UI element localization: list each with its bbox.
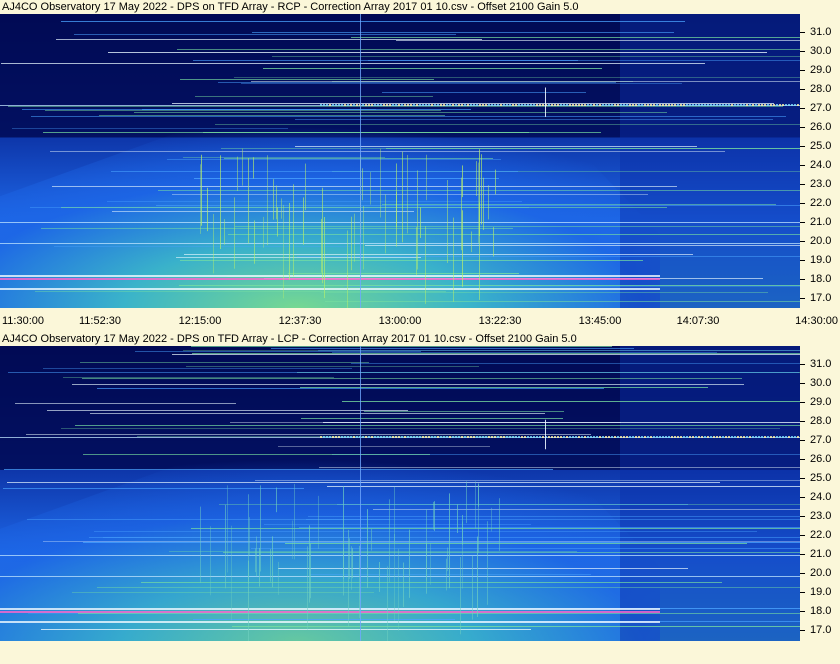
y-tick: 28.0 bbox=[800, 83, 840, 96]
x-tick-label: 13:22:30 bbox=[478, 315, 522, 327]
y-tick-label: 30.0 bbox=[810, 45, 832, 57]
y-tick: 26.0 bbox=[800, 121, 840, 134]
x-tick-label: 13:00:00 bbox=[378, 315, 422, 327]
y-tick-label: 19.0 bbox=[810, 254, 832, 266]
y-tick: 19.0 bbox=[800, 254, 840, 267]
y-tick: 19.0 bbox=[800, 586, 840, 599]
y-tick: 31.0 bbox=[800, 358, 840, 371]
y-tick: 25.0 bbox=[800, 472, 840, 485]
y-tick: 20.0 bbox=[800, 235, 840, 248]
y-tick-label: 26.0 bbox=[810, 453, 832, 465]
x-tick-label: 11:52:30 bbox=[78, 315, 122, 327]
y-tick: 20.0 bbox=[800, 567, 840, 580]
rcp-spectrogram[interactable] bbox=[0, 14, 800, 308]
y-tick-label: 20.0 bbox=[810, 235, 832, 247]
rcp-spectrogram-graphic bbox=[0, 14, 800, 308]
y-tick: 17.0 bbox=[800, 624, 840, 637]
lcp-frequency-axis: 31.0 30.0 29.0 28.0 27.0 26.0 25.0 24.0 … bbox=[800, 346, 840, 641]
lcp-panel-title: AJ4CO Observatory 17 May 2022 - DPS on T… bbox=[2, 333, 577, 345]
spectrogram-window: AJ4CO Observatory 17 May 2022 - DPS on T… bbox=[0, 0, 840, 664]
y-tick-label: 23.0 bbox=[810, 510, 832, 522]
y-tick-label: 28.0 bbox=[810, 83, 832, 95]
y-tick-label: 28.0 bbox=[810, 415, 832, 427]
y-tick: 22.0 bbox=[800, 197, 840, 210]
y-tick: 23.0 bbox=[800, 510, 840, 523]
lcp-spectrogram[interactable] bbox=[0, 346, 800, 641]
y-tick-label: 20.0 bbox=[810, 567, 832, 579]
y-tick-label: 31.0 bbox=[810, 26, 832, 38]
y-tick: 27.0 bbox=[800, 102, 840, 115]
y-tick: 24.0 bbox=[800, 159, 840, 172]
y-tick-label: 27.0 bbox=[810, 102, 832, 114]
time-axis: 11:30:00 11:52:30 12:15:00 12:37:30 13:0… bbox=[0, 314, 840, 330]
y-tick-label: 27.0 bbox=[810, 434, 832, 446]
y-tick-label: 18.0 bbox=[810, 273, 832, 285]
y-tick: 28.0 bbox=[800, 415, 840, 428]
y-tick-label: 17.0 bbox=[810, 624, 832, 636]
y-tick: 17.0 bbox=[800, 292, 840, 305]
rcp-panel-title: AJ4CO Observatory 17 May 2022 - DPS on T… bbox=[2, 1, 579, 13]
y-tick: 18.0 bbox=[800, 605, 840, 618]
y-tick-label: 22.0 bbox=[810, 529, 832, 541]
y-tick-label: 31.0 bbox=[810, 358, 832, 370]
y-tick: 29.0 bbox=[800, 396, 840, 409]
y-tick-label: 29.0 bbox=[810, 396, 832, 408]
y-tick: 26.0 bbox=[800, 453, 840, 466]
y-tick-label: 29.0 bbox=[810, 64, 832, 76]
x-tick-label: 12:15:00 bbox=[178, 315, 222, 327]
x-tick-label: 13:45:00 bbox=[578, 315, 622, 327]
x-tick-label: 11:30:00 bbox=[2, 315, 45, 327]
y-tick-label: 18.0 bbox=[810, 605, 832, 617]
x-tick-label: 14:30:00 bbox=[795, 315, 838, 327]
y-tick: 31.0 bbox=[800, 26, 840, 39]
x-tick-label: 14:07:30 bbox=[676, 315, 720, 327]
y-tick: 29.0 bbox=[800, 64, 840, 77]
y-tick: 21.0 bbox=[800, 548, 840, 561]
y-tick: 22.0 bbox=[800, 529, 840, 542]
rcp-panel: AJ4CO Observatory 17 May 2022 - DPS on T… bbox=[0, 0, 840, 330]
y-tick-label: 26.0 bbox=[810, 121, 832, 133]
y-tick-label: 30.0 bbox=[810, 377, 832, 389]
rcp-frequency-axis: 31.0 30.0 29.0 28.0 27.0 26.0 25.0 24.0 … bbox=[800, 14, 840, 308]
y-tick: 27.0 bbox=[800, 434, 840, 447]
x-tick-label: 12:37:30 bbox=[278, 315, 322, 327]
y-tick-label: 25.0 bbox=[810, 472, 832, 484]
y-tick: 23.0 bbox=[800, 178, 840, 191]
y-tick-label: 17.0 bbox=[810, 292, 832, 304]
y-tick-label: 24.0 bbox=[810, 491, 832, 503]
y-tick: 21.0 bbox=[800, 216, 840, 229]
y-tick-label: 23.0 bbox=[810, 178, 832, 190]
lcp-spectrogram-graphic bbox=[0, 346, 800, 641]
y-tick: 24.0 bbox=[800, 491, 840, 504]
y-tick-label: 24.0 bbox=[810, 159, 832, 171]
y-tick: 30.0 bbox=[800, 377, 840, 390]
y-tick: 18.0 bbox=[800, 273, 840, 286]
lcp-panel: AJ4CO Observatory 17 May 2022 - DPS on T… bbox=[0, 332, 840, 664]
y-tick-label: 22.0 bbox=[810, 197, 832, 209]
y-tick-label: 21.0 bbox=[810, 216, 832, 228]
y-tick: 30.0 bbox=[800, 45, 840, 58]
y-tick-label: 21.0 bbox=[810, 548, 832, 560]
y-tick-label: 19.0 bbox=[810, 586, 832, 598]
y-tick: 25.0 bbox=[800, 140, 840, 153]
y-tick-label: 25.0 bbox=[810, 140, 832, 152]
